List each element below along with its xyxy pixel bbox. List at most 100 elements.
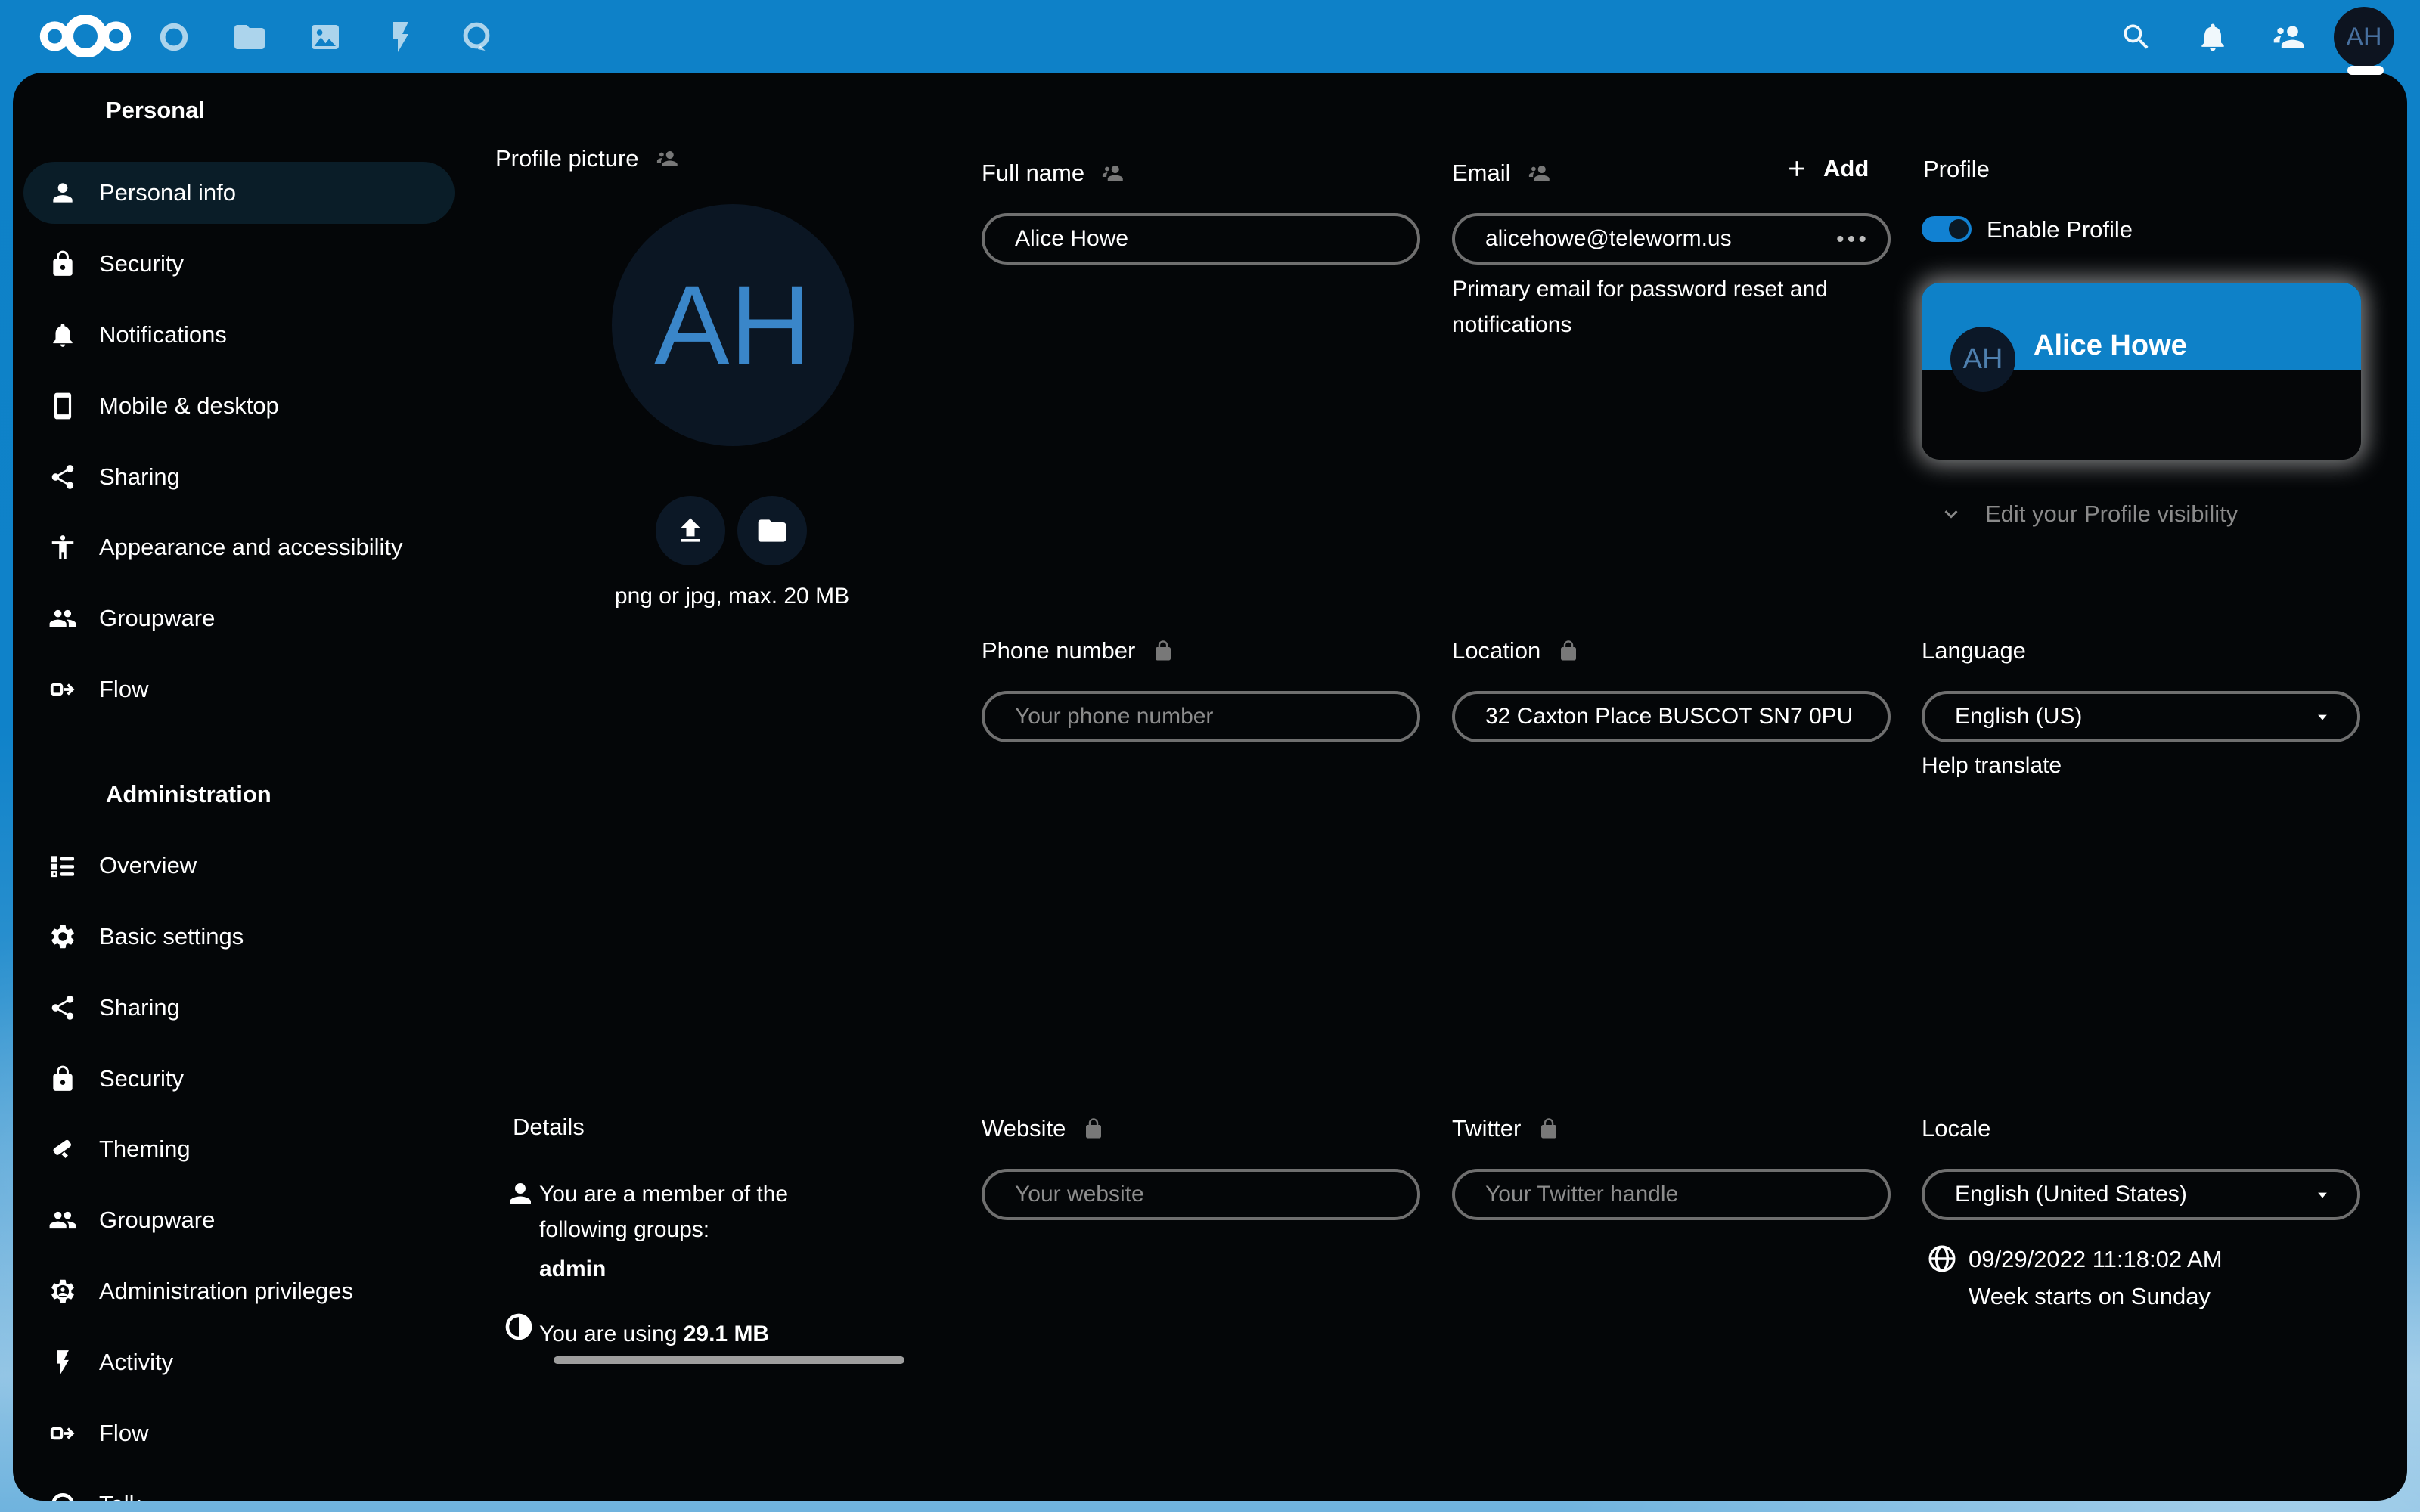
email-actions-dots-icon[interactable] <box>1835 231 1868 246</box>
contacts-icon[interactable] <box>2272 20 2305 54</box>
sidebar-item-label: Security <box>99 1065 184 1092</box>
flow-icon <box>48 675 77 704</box>
quota-value: 29.1 MB <box>684 1321 769 1346</box>
quota-text: You are using 29.1 MB <box>539 1321 769 1347</box>
contacts-scope-icon[interactable] <box>1528 162 1550 184</box>
photos-icon[interactable] <box>307 19 343 55</box>
globe-icon <box>1926 1243 1958 1275</box>
avatar-initials: AH <box>2346 23 2381 52</box>
dashboard-icon[interactable] <box>156 19 192 55</box>
choose-from-files-button[interactable] <box>737 496 807 565</box>
upload-icon <box>674 514 707 547</box>
locale-week-info: Week starts on Sunday <box>1969 1283 2211 1310</box>
twitter-input[interactable] <box>1452 1169 1891 1220</box>
profile-avatar-initials: AH <box>654 260 811 391</box>
sidebar-item-label: Appearance and accessibility <box>99 534 403 561</box>
lock-scope-icon[interactable] <box>1557 640 1580 662</box>
enable-profile-toggle[interactable] <box>1922 216 1972 242</box>
lightning-icon <box>48 1348 77 1377</box>
avatar-indicator-dash <box>2347 66 2384 75</box>
sidebar-item-sharing[interactable]: Sharing <box>23 446 455 508</box>
sidebar-item-label: Security <box>99 250 184 277</box>
add-email-button[interactable]: Add <box>1784 155 1869 182</box>
sidebar-item-label: Theming <box>99 1136 191 1163</box>
sidebar-item-groupware[interactable]: Groupware <box>23 587 455 649</box>
sidebar-item-notifications[interactable]: Notifications <box>23 304 455 366</box>
sidebar-item-label: Mobile & desktop <box>99 392 279 420</box>
details-heading: Details <box>513 1114 585 1141</box>
location-input[interactable] <box>1452 691 1891 742</box>
notifications-bell-icon[interactable] <box>2196 20 2229 54</box>
paint-roller-icon <box>48 1135 77 1163</box>
upload-avatar-button[interactable] <box>656 496 725 565</box>
edit-profile-visibility[interactable]: Edit your Profile visibility <box>1938 500 2238 528</box>
admin-gear-icon <box>48 1277 77 1306</box>
sidebar-item-admin-privileges[interactable]: Administration privileges <box>23 1260 455 1322</box>
sidebar-item-appearance[interactable]: Appearance and accessibility <box>23 516 455 578</box>
profile-avatar: AH <box>612 204 854 446</box>
profile-card-initials: AH <box>1963 343 2003 376</box>
group-name: admin <box>539 1256 606 1282</box>
lock-scope-icon[interactable] <box>1152 640 1174 662</box>
sidebar-item-security[interactable]: Security <box>23 233 455 295</box>
files-icon[interactable] <box>231 19 268 55</box>
sidebar-item-flow[interactable]: Flow <box>23 658 455 720</box>
enable-profile-label: Enable Profile <box>1987 216 2133 243</box>
sidebar-heading-personal: Personal <box>106 97 205 124</box>
search-icon[interactable] <box>2120 20 2153 54</box>
sidebar-item-personal-info[interactable]: Personal info <box>23 162 455 224</box>
plus-icon <box>1784 156 1810 181</box>
talk-icon[interactable] <box>458 19 495 55</box>
lock-scope-icon[interactable] <box>1082 1117 1105 1140</box>
locale-select[interactable]: English (United States) <box>1922 1169 2360 1220</box>
website-input[interactable] <box>982 1169 1420 1220</box>
sidebar-item-talk[interactable]: Talk <box>23 1473 455 1501</box>
share-icon <box>48 463 77 491</box>
website-label: Website <box>982 1114 1105 1144</box>
chevron-down-icon <box>1938 501 1964 527</box>
activity-icon[interactable] <box>383 19 419 55</box>
user-avatar-menu[interactable]: AH <box>2334 7 2394 67</box>
sidebar-item-overview[interactable]: Overview <box>23 835 455 897</box>
lock-scope-icon[interactable] <box>1537 1117 1560 1140</box>
email-input[interactable] <box>1452 213 1891 265</box>
top-bar: AH <box>0 0 2420 73</box>
contacts-scope-icon[interactable] <box>1101 162 1124 184</box>
email-label: Email <box>1452 158 1550 188</box>
sidebar-heading-administration: Administration <box>106 781 271 808</box>
sidebar-item-activity[interactable]: Activity <box>23 1331 455 1393</box>
sidebar-item-admin-groupware[interactable]: Groupware <box>23 1189 455 1251</box>
sidebar-item-label: Overview <box>99 852 197 879</box>
bell-icon <box>48 321 77 349</box>
sidebar-item-label: Flow <box>99 1420 148 1447</box>
location-label: Location <box>1452 636 1580 666</box>
sidebar-item-admin-security[interactable]: Security <box>23 1048 455 1110</box>
flow-icon <box>48 1419 77 1448</box>
sidebar-item-admin-flow[interactable]: Flow <box>23 1402 455 1464</box>
accessibility-icon <box>48 533 77 562</box>
profile-card-name: Alice Howe <box>2034 330 2187 362</box>
talk-icon <box>48 1490 77 1501</box>
sidebar-item-theming[interactable]: Theming <box>23 1118 455 1180</box>
full-name-input[interactable] <box>982 213 1420 265</box>
profile-preview-card[interactable]: AH Alice Howe <box>1922 283 2361 460</box>
group-icon <box>48 604 77 633</box>
phone-input[interactable] <box>982 691 1420 742</box>
contacts-scope-icon[interactable] <box>656 147 678 170</box>
groups-membership-text: You are a member of the following groups… <box>539 1176 819 1247</box>
twitter-label: Twitter <box>1452 1114 1560 1144</box>
sidebar-item-mobile-desktop[interactable]: Mobile & desktop <box>23 375 455 437</box>
help-translate-link[interactable]: Help translate <box>1922 753 2062 779</box>
quota-icon <box>503 1311 535 1343</box>
lock-icon <box>48 1064 77 1093</box>
caret-down-icon <box>2312 1184 2333 1205</box>
full-name-label: Full name <box>982 158 1124 188</box>
phone-icon <box>48 392 77 420</box>
sidebar-item-admin-sharing[interactable]: Sharing <box>23 977 455 1039</box>
language-select[interactable]: English (US) <box>1922 691 2360 742</box>
email-helper-text: Primary email for password reset and not… <box>1452 271 1845 342</box>
sidebar-item-basic-settings[interactable]: Basic settings <box>23 906 455 968</box>
settings-panel: Personal Personal info Security Notifica… <box>13 73 2407 1501</box>
nextcloud-logo[interactable] <box>29 15 142 57</box>
sidebar-item-label: Basic settings <box>99 923 244 950</box>
